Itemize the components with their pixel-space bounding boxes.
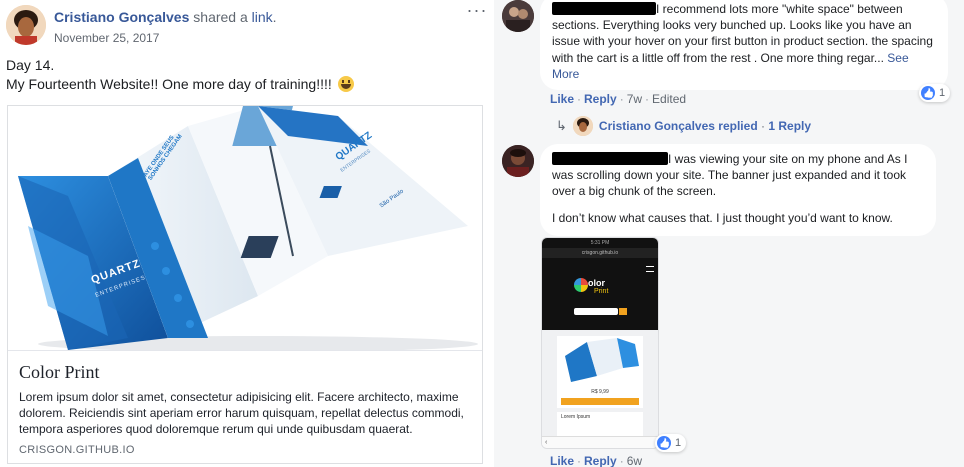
link-domain: CRISGON.GITHUB.IO — [19, 444, 135, 456]
post-timestamp[interactable]: November 25, 2017 — [54, 31, 159, 45]
post-verb: shared a — [193, 9, 248, 25]
phone-product-price: R$ 9,99 — [591, 389, 609, 395]
link-preview-card[interactable]: QUARTZ ENTERPRISES AYE ONDE SEUS SONHOS … — [7, 105, 483, 464]
redacted-name-2 — [552, 152, 668, 165]
post-period: . — [272, 9, 277, 25]
comments-panel: I recommend lots more "white space" betw… — [494, 0, 964, 467]
phone-status-bar: 5:31 PM — [542, 238, 658, 248]
comment-1-actions: Like · Reply · 7w · Edited — [550, 92, 687, 106]
link-description: Lorem ipsum dolor sit amet, consectetur … — [19, 390, 464, 436]
color-print-logo-icon — [574, 278, 588, 292]
post-header: Cristiano Gonçalves shared a link. — [54, 9, 277, 25]
reply-button[interactable]: Reply — [584, 92, 617, 106]
more-options-icon[interactable]: ··· — [466, 1, 488, 22]
post-text-line-1: Day 14. — [6, 57, 55, 73]
phone-menu-icon — [646, 266, 654, 272]
like-reaction-icon — [921, 86, 935, 100]
link-preview-image[interactable]: QUARTZ ENTERPRISES AYE ONDE SEUS SONHOS … — [8, 106, 482, 351]
replies-row[interactable]: ↳ Cristiano Gonçalves replied · 1 Reply — [556, 116, 811, 136]
comment-2-attached-image[interactable]: 5:31 PM crisgon.github.io olor Print R$ … — [541, 237, 659, 449]
phone-logo-word-1: olor — [588, 278, 605, 288]
phone-status-time: 5:31 PM — [590, 240, 610, 246]
comment-2-reactions[interactable]: 1 — [655, 434, 687, 452]
comment-2-paragraph-2: I don’t know what causes that. I just th… — [552, 210, 893, 225]
phone-product-area: R$ 9,99 Lorem Ipsum — [542, 330, 658, 442]
post-text-line-2-wrap: My Fourteenth Website!! One more day of … — [6, 75, 354, 94]
comment-2-paragraph-1-wrap: I was viewing your site on my phone and … — [552, 151, 924, 200]
reply-author[interactable]: Cristiano Gonçalves — [599, 119, 715, 133]
comment-1-time[interactable]: 7w — [627, 92, 642, 106]
post: Cristiano Gonçalves shared a link. Novem… — [0, 0, 493, 467]
reply-dot: · — [761, 119, 765, 133]
phone-banner: olor Print — [542, 258, 658, 330]
author-name[interactable]: Cristiano Gonçalves — [54, 9, 189, 25]
link-title[interactable]: Color Print — [19, 362, 100, 383]
phone-search-input — [574, 308, 618, 315]
comment-2-time[interactable]: 6w — [627, 454, 642, 467]
reply-avatar — [572, 116, 593, 136]
reply-count[interactable]: 1 Reply — [768, 119, 811, 133]
phone-url: crisgon.github.io — [581, 250, 619, 256]
comment-2-actions: Like · Reply · 6w — [550, 454, 643, 467]
grinning-face-icon — [337, 76, 354, 92]
phone-logo-word-2: Print — [594, 288, 609, 295]
edited-label: Edited — [652, 92, 687, 106]
like-button-2[interactable]: Like — [550, 454, 574, 467]
comment-1-reaction-count: 1 — [939, 87, 946, 99]
post-text-line-2: My Fourteenth Website!! One more day of … — [6, 76, 332, 92]
commenter-1-avatar[interactable] — [502, 0, 534, 32]
phone-buy-button — [561, 398, 639, 405]
comment-2-bubble: I was viewing your site on my phone and … — [540, 144, 936, 236]
reply-verb[interactable]: replied — [718, 119, 757, 133]
phone-nav-bar: ‹ — [542, 436, 658, 448]
reply-button-2[interactable]: Reply — [584, 454, 617, 467]
post-body: Day 14. My Fourteenth Website!! One more… — [6, 56, 354, 94]
phone-search-button — [619, 308, 627, 315]
redacted-name-1 — [552, 2, 656, 15]
phone-product-label: Lorem Ipsum — [561, 414, 591, 420]
phone-url-bar: crisgon.github.io — [542, 248, 658, 258]
comment-1-reactions[interactable]: 1 — [919, 84, 951, 102]
phone-product-card: R$ 9,99 — [557, 336, 643, 408]
comment-1-bubble: I recommend lots more "white space" betw… — [540, 0, 948, 90]
like-reaction-icon-2 — [657, 436, 671, 450]
comment-2-reaction-count: 1 — [675, 437, 682, 449]
like-button[interactable]: Like — [550, 92, 574, 106]
author-avatar[interactable] — [6, 5, 46, 45]
commenter-2-avatar[interactable] — [502, 145, 534, 177]
reply-arrow-icon: ↳ — [556, 118, 567, 133]
post-link-word[interactable]: link — [252, 9, 273, 25]
